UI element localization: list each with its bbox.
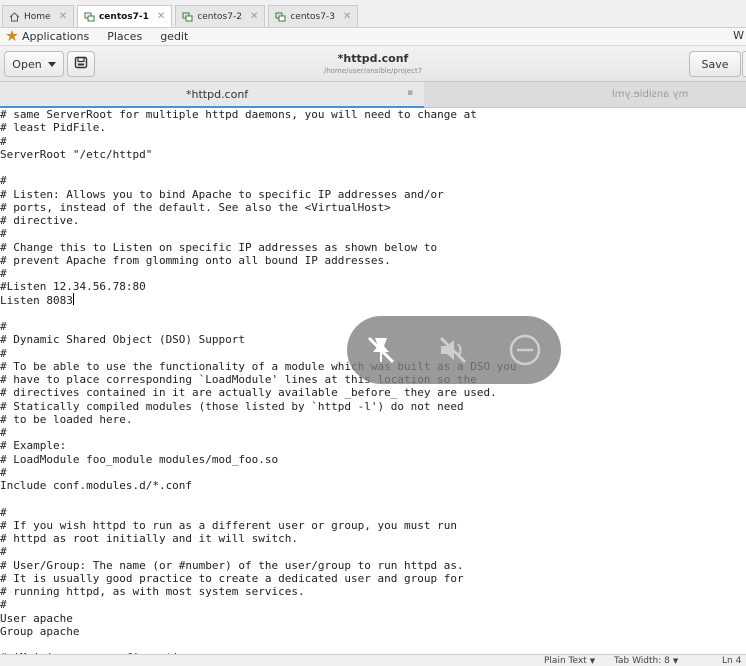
vm-tab-label: centos7-2 [197, 11, 242, 22]
code-line[interactable] [0, 492, 517, 505]
recorder-overlay [347, 316, 561, 384]
code-line[interactable]: # It is usually good practice to create … [0, 572, 517, 585]
home-icon [9, 11, 20, 22]
close-icon[interactable]: ✕ [59, 11, 67, 22]
vm-tab-centos7-2[interactable]: centos7-2 ✕ [175, 5, 266, 27]
code-line[interactable]: # prevent Apache from glomming onto all … [0, 254, 517, 267]
places-menu[interactable]: Places [107, 30, 142, 43]
header-bar: Open *httpd.conf /home/user/ansible/proj… [0, 46, 746, 82]
vm-tab-label: Home [24, 11, 51, 22]
minus-circle-icon[interactable] [507, 332, 543, 368]
window-title: *httpd.conf [337, 52, 409, 65]
code-line[interactable]: # User/Group: The name (or #number) of t… [0, 559, 517, 572]
top-bar-right-text: W [733, 29, 744, 42]
code-line[interactable]: # [0, 267, 517, 280]
code-line[interactable]: # directive. [0, 214, 517, 227]
code-line[interactable] [0, 161, 517, 174]
syntax-label: Plain Text [544, 656, 587, 666]
tab-label: my ansible.yml [612, 89, 689, 100]
applications-menu[interactable]: Applications [6, 29, 90, 44]
close-icon[interactable]: ▪ [407, 88, 413, 98]
code-line[interactable]: # [0, 426, 517, 439]
code-line[interactable]: #Listen 12.34.56.78:80 [0, 280, 517, 293]
chevron-down-icon: ▼ [672, 657, 679, 665]
code-line[interactable]: # [0, 135, 517, 148]
applications-icon [6, 29, 18, 44]
code-line[interactable]: # [0, 545, 517, 558]
cursor-position: Ln 4 [722, 656, 742, 666]
syntax-selector[interactable]: Plain Text ▼ [544, 656, 595, 666]
code-line[interactable]: # to be loaded here. [0, 413, 517, 426]
save-label: Save [701, 57, 729, 71]
code-line[interactable]: # least PidFile. [0, 121, 517, 134]
code-line[interactable]: # Statically compiled modules (those lis… [0, 400, 517, 413]
vm-tab-centos7-1[interactable]: centos7-1 ✕ [76, 5, 173, 27]
status-bar: Plain Text ▼ Tab Width: 8 ▼ Ln 4 [0, 654, 746, 666]
vm-tab-label: centos7-1 [98, 11, 149, 22]
code-line[interactable]: # LoadModule foo_module modules/mod_foo.… [0, 453, 517, 466]
vm-icon [84, 12, 95, 22]
code-line[interactable]: # [0, 506, 517, 519]
code-line[interactable]: # If you wish httpd to run as a differen… [0, 519, 517, 532]
chevron-down-icon: ▼ [589, 657, 596, 665]
code-line[interactable]: ServerRoot "/etc/httpd" [0, 148, 517, 161]
close-icon[interactable]: ✕ [157, 11, 165, 22]
tab-width-label: Tab Width: 8 [614, 656, 670, 666]
code-line[interactable]: Listen 8083 [0, 294, 517, 307]
code-line[interactable]: # running httpd, as with most system ser… [0, 585, 517, 598]
applications-label: Applications [22, 30, 90, 43]
code-line[interactable]: Include conf.modules.d/*.conf [0, 479, 517, 492]
places-label: Places [107, 30, 143, 43]
vm-tab-centos7-3[interactable]: centos7-3 ✕ [268, 5, 359, 27]
code-line[interactable]: # directives contained in it are actuall… [0, 386, 517, 399]
code-line[interactable] [0, 638, 517, 651]
code-line[interactable]: # [0, 174, 517, 187]
code-line[interactable]: # [0, 466, 517, 479]
tab-width-selector[interactable]: Tab Width: 8 ▼ [614, 656, 678, 666]
window-subtitle: /home/user/ansible/project7 [323, 67, 423, 75]
close-icon[interactable]: ✕ [250, 11, 258, 22]
code-line[interactable]: # Listen: Allows you to bind Apache to s… [0, 188, 517, 201]
vm-tab-home[interactable]: Home ✕ [2, 5, 74, 27]
app-menu-label: gedit [160, 30, 189, 43]
gnome-top-bar: Applications Places gedit W [0, 28, 746, 46]
menu-button-edge[interactable] [742, 51, 746, 77]
document-tab-bar: *httpd.conf ▪ my ansible.yml [0, 82, 746, 108]
code-line[interactable]: # Example: [0, 439, 517, 452]
close-icon[interactable]: ✕ [343, 11, 351, 22]
volume-muted-icon[interactable] [435, 332, 471, 368]
tab-httpd-conf[interactable]: *httpd.conf ▪ [0, 82, 424, 108]
code-line[interactable]: User apache [0, 612, 517, 625]
code-line[interactable]: # [0, 598, 517, 611]
code-line[interactable]: # httpd as root initially and it will sw… [0, 532, 517, 545]
pin-off-icon[interactable] [363, 332, 399, 368]
vm-tab-bar: Home ✕ centos7-1 ✕ centos7-2 ✕ centos7-3… [0, 0, 746, 28]
code-line[interactable]: Group apache [0, 625, 517, 638]
text-cursor [73, 293, 74, 305]
tab-my-ansible[interactable]: my ansible.yml [424, 82, 746, 108]
app-menu[interactable]: gedit [160, 30, 188, 43]
tab-label: *httpd.conf [186, 88, 249, 101]
code-line[interactable]: # same ServerRoot for multiple httpd dae… [0, 108, 517, 121]
code-line[interactable]: # ports, instead of the default. See als… [0, 201, 517, 214]
vm-icon [182, 12, 193, 22]
vm-tab-label: centos7-3 [290, 11, 335, 22]
save-button[interactable]: Save [689, 51, 741, 77]
vm-icon [275, 12, 286, 22]
code-line[interactable]: # Change this to Listen on specific IP a… [0, 241, 517, 254]
code-line[interactable]: # [0, 227, 517, 240]
